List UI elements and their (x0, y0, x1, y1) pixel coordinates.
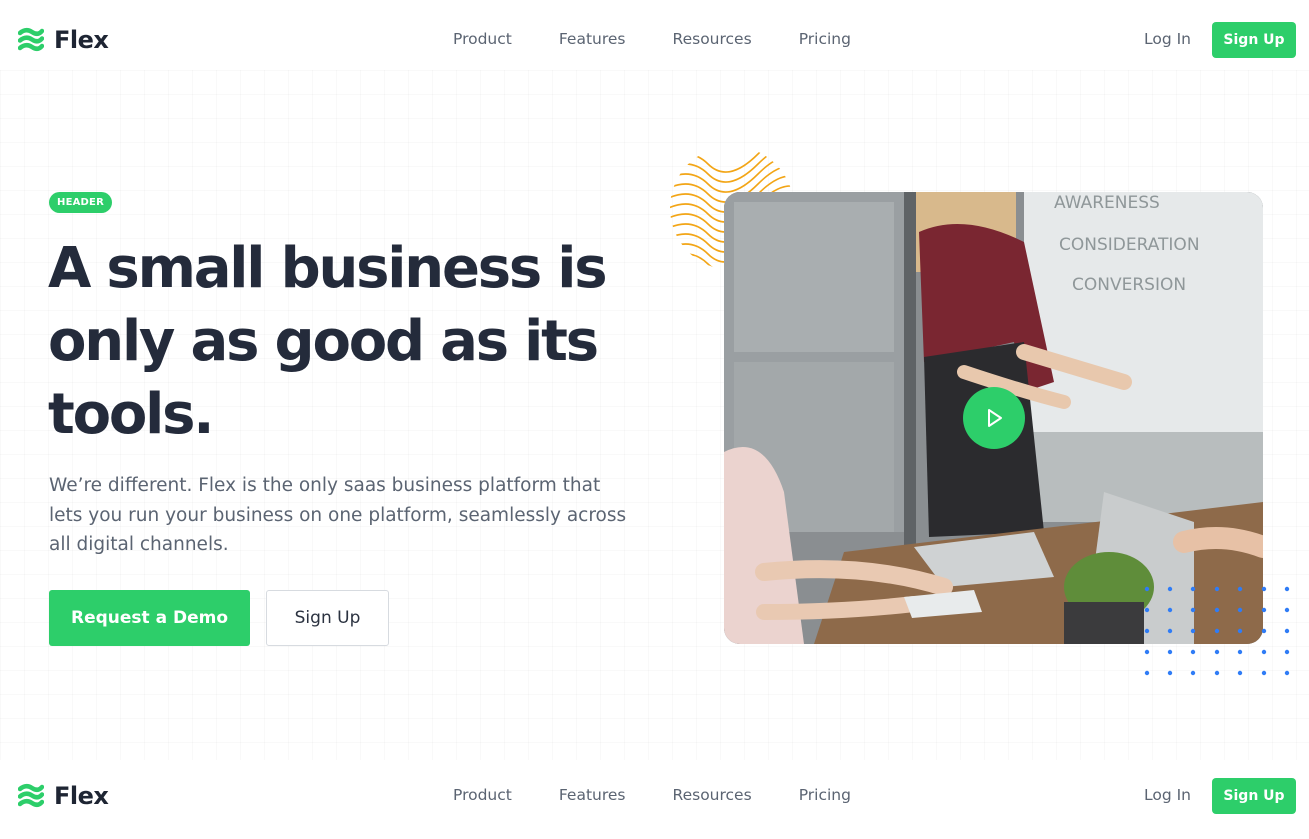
brand-name: Flex (54, 26, 109, 54)
nav-link-pricing[interactable]: Pricing (799, 786, 851, 804)
top-navbar: Flex Product Features Resources Pricing … (0, 0, 1309, 80)
signup-nav-button[interactable]: Sign Up (1212, 22, 1296, 58)
play-video-button[interactable] (963, 387, 1025, 449)
whiteboard-line-2: CONSIDERATION (1059, 235, 1200, 255)
nav-link-product[interactable]: Product (453, 30, 512, 48)
whiteboard-line-1: AWARENESS (1054, 193, 1160, 213)
nav-link-resources[interactable]: Resources (673, 786, 752, 804)
section-badge: HEADER (49, 192, 112, 213)
main-nav: Product Features Resources Pricing (453, 786, 898, 804)
flex-wave-logo-icon (18, 784, 44, 807)
hero-signup-button[interactable]: Sign Up (266, 590, 389, 646)
nav-link-features[interactable]: Features (559, 30, 626, 48)
hero-subtext: We’re different. Flex is the only saas b… (49, 475, 627, 555)
flex-wave-logo-icon (18, 28, 44, 51)
bottom-navbar: Flex Product Features Resources Pricing … (0, 756, 1309, 836)
nav-link-features[interactable]: Features (559, 786, 626, 804)
play-icon (988, 409, 1002, 427)
whiteboard-line-3: CONVERSION (1072, 275, 1186, 295)
nav-link-resources[interactable]: Resources (673, 30, 752, 48)
request-demo-button[interactable]: Request a Demo (49, 590, 250, 646)
nav-link-product[interactable]: Product (453, 786, 512, 804)
dot-grid-decoration (1144, 586, 1290, 676)
brand-name: Flex (54, 782, 109, 810)
login-link[interactable]: Log In (1144, 30, 1191, 48)
brand-logo[interactable]: Flex (18, 782, 109, 810)
hero-headline: A small business is only as good as its … (48, 236, 608, 447)
nav-link-pricing[interactable]: Pricing (799, 30, 851, 48)
signup-nav-button[interactable]: Sign Up (1212, 778, 1296, 814)
login-link[interactable]: Log In (1144, 786, 1191, 804)
brand-logo[interactable]: Flex (18, 26, 109, 54)
main-nav: Product Features Resources Pricing (453, 30, 898, 48)
